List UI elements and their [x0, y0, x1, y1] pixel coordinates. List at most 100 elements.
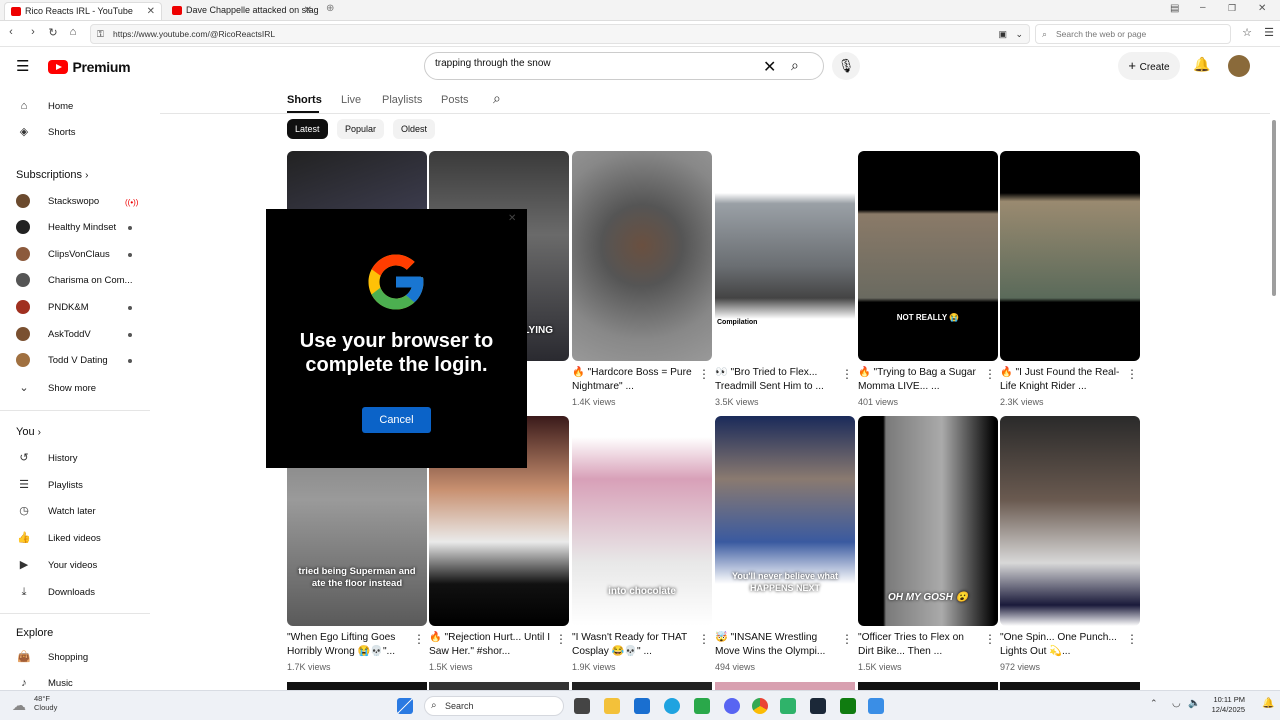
- file-explorer-icon[interactable]: [604, 698, 620, 714]
- screenshot-icon[interactable]: ▣: [998, 25, 1007, 43]
- sidebar-item-subscription[interactable]: AskToddV: [16, 327, 91, 343]
- more-options-icon[interactable]: ⋮: [555, 632, 567, 646]
- task-view-icon[interactable]: [574, 698, 590, 714]
- taskbar-clock[interactable]: 10:11 PM 12/4/2025: [1205, 695, 1245, 715]
- app-icon[interactable]: [868, 698, 884, 714]
- short-title[interactable]: "Officer Tries to Flex on Dirt Bike... T…: [858, 631, 980, 659]
- more-options-icon[interactable]: ⋮: [984, 367, 996, 381]
- more-options-icon[interactable]: ⋮: [1126, 632, 1138, 646]
- forward-icon[interactable]: ›: [26, 26, 40, 38]
- sidebar-item-subscription[interactable]: Healthy Mindset: [16, 220, 116, 236]
- microsoft-store-icon[interactable]: [634, 698, 650, 714]
- scrollbar[interactable]: [1272, 120, 1276, 296]
- volume-icon[interactable]: 🔈: [1188, 698, 1200, 709]
- short-title[interactable]: "One Spin... One Punch... Lights Out 💫..…: [1000, 631, 1122, 659]
- sidebar-item-home[interactable]: ⌂ Home: [16, 98, 74, 114]
- discord-icon[interactable]: [724, 698, 740, 714]
- sidebar-item-music[interactable]: ♪ Music: [16, 675, 73, 691]
- app-icon[interactable]: [780, 698, 796, 714]
- short-thumbnail[interactable]: [572, 151, 712, 361]
- close-tab-icon[interactable]: ✕: [147, 3, 155, 20]
- show-more-button[interactable]: ⌄ Show more: [16, 380, 96, 396]
- browser-tab[interactable]: Dave Chappelle attacked on stage ✕: [166, 2, 318, 20]
- sidebar-item-shopping[interactable]: 👜 Shopping: [16, 649, 88, 665]
- sidebar-item-subscription[interactable]: Todd V Dating: [16, 353, 108, 369]
- sidebar-item-watch-later[interactable]: ◷ Watch later: [16, 503, 96, 519]
- tab-live[interactable]: Live: [341, 93, 361, 107]
- short-title[interactable]: 🤯 "INSANE Wrestling Move Wins the Olympi…: [715, 631, 837, 659]
- browser-tab-active[interactable]: Rico Reacts IRL - YouTube ✕: [4, 2, 162, 20]
- sidebar-item-subscription[interactable]: PNDK&M: [16, 300, 89, 316]
- weather-widget[interactable]: 48°F Cloudy: [34, 694, 57, 712]
- sidebar-item-downloads[interactable]: ⤓ Downloads: [16, 584, 95, 600]
- cancel-button[interactable]: Cancel: [362, 407, 431, 433]
- sidebar-item-playlists[interactable]: ☰ Playlists: [16, 477, 83, 493]
- more-options-icon[interactable]: ⋮: [413, 632, 425, 646]
- chevron-down-icon[interactable]: ⌄: [1015, 25, 1023, 43]
- clear-search-icon[interactable]: ✕: [763, 57, 776, 77]
- more-options-icon[interactable]: ⋮: [841, 367, 853, 381]
- search-input[interactable]: [435, 58, 755, 69]
- subscriptions-header[interactable]: Subscriptions ›: [16, 167, 88, 184]
- search-icon[interactable]: ⌕: [791, 57, 799, 74]
- short-thumbnail[interactable]: [1000, 416, 1140, 626]
- short-title[interactable]: 🔥 "I Just Found the Real-Life Knight Rid…: [1000, 366, 1122, 394]
- favorites-star-icon[interactable]: ☆: [1240, 26, 1254, 39]
- url-field[interactable]: ⚿ https://www.youtube.com/@RicoReactsIRL…: [90, 24, 1030, 44]
- home-icon[interactable]: ⌂: [66, 26, 80, 38]
- back-icon[interactable]: ‹: [4, 26, 18, 38]
- sidebar-item-shorts[interactable]: ◈ Shorts: [16, 124, 76, 140]
- windows-start-icon[interactable]: [397, 698, 413, 714]
- wifi-icon[interactable]: ◡: [1172, 698, 1181, 709]
- reload-icon[interactable]: ↻: [46, 26, 60, 39]
- taskbar-search[interactable]: ⌕ Search: [424, 696, 564, 716]
- you-header[interactable]: You ›: [16, 424, 41, 441]
- tab-shorts[interactable]: Shorts: [287, 93, 322, 107]
- sidebar-item-history[interactable]: ↺ History: [16, 450, 77, 466]
- minimize-icon[interactable]: –: [1200, 2, 1206, 13]
- youtube-premium-logo[interactable]: Premium: [48, 58, 131, 75]
- short-title[interactable]: 🔥 "Rejection Hurt... Until I Saw Her." #…: [429, 631, 551, 659]
- tab-list-icon[interactable]: ▤: [1170, 3, 1179, 14]
- sidebar-item-subscription[interactable]: ClipsVonClaus: [16, 247, 110, 263]
- hamburger-menu-icon[interactable]: ☰: [16, 57, 29, 75]
- channel-search-icon[interactable]: ⌕: [493, 91, 501, 105]
- chip-oldest[interactable]: Oldest: [393, 119, 436, 139]
- chip-latest[interactable]: Latest: [287, 119, 328, 139]
- short-title[interactable]: 🔥 "Trying to Bag a Sugar Momma LIVE... .…: [858, 366, 980, 394]
- edge-browser-icon[interactable]: [664, 698, 680, 714]
- tab-playlists[interactable]: Playlists: [382, 93, 422, 107]
- sidebar-item-subscription[interactable]: Stackswopo: [16, 194, 99, 210]
- sidebar-item-your-videos[interactable]: ▶ Your videos: [16, 557, 98, 573]
- short-thumbnail[interactable]: NOT REALLY 😭: [858, 151, 998, 361]
- avatar[interactable]: [1228, 55, 1250, 77]
- short-thumbnail[interactable]: [1000, 151, 1140, 361]
- short-thumbnail[interactable]: You'll never believe what HAPPENS NEXT: [715, 416, 855, 626]
- create-button[interactable]: + Create: [1118, 52, 1180, 80]
- close-icon[interactable]: ✕: [508, 213, 516, 224]
- sidebar-item-liked-videos[interactable]: 👍 Liked videos: [16, 530, 101, 546]
- more-options-icon[interactable]: ⋮: [984, 632, 996, 646]
- browser-menu-icon[interactable]: ☰: [1262, 26, 1276, 39]
- short-thumbnail[interactable]: Compilation: [715, 151, 855, 361]
- short-title[interactable]: "When Ego Lifting Goes Horribly Wrong 😭💀…: [287, 631, 409, 659]
- short-title[interactable]: 🔥 "Hardcore Boss = Pure Nightmare" ...: [572, 366, 694, 394]
- microphone-icon[interactable]: 🎙: [832, 52, 860, 80]
- chip-popular[interactable]: Popular: [337, 119, 385, 139]
- more-options-icon[interactable]: ⋮: [841, 632, 853, 646]
- chrome-icon[interactable]: [752, 698, 768, 714]
- xbox-icon[interactable]: [840, 698, 856, 714]
- maximize-icon[interactable]: ❐: [1228, 3, 1236, 14]
- app-icon[interactable]: [694, 698, 710, 714]
- more-options-icon[interactable]: ⋮: [1126, 367, 1138, 381]
- close-tab-icon[interactable]: ✕: [304, 2, 312, 19]
- close-window-icon[interactable]: ✕: [1258, 3, 1266, 14]
- chevron-up-icon[interactable]: ⌃: [1150, 698, 1158, 709]
- more-options-icon[interactable]: ⋮: [698, 367, 710, 381]
- tab-posts[interactable]: Posts: [441, 93, 469, 107]
- more-options-icon[interactable]: ⋮: [698, 632, 710, 646]
- sidebar-item-subscription[interactable]: Charisma on Com...: [16, 273, 132, 289]
- short-thumbnail[interactable]: OH MY GOSH 😮: [858, 416, 998, 626]
- notifications-bell-icon[interactable]: 🔔: [1193, 56, 1210, 73]
- web-search-field[interactable]: ⌕ Search the web or page: [1035, 24, 1231, 44]
